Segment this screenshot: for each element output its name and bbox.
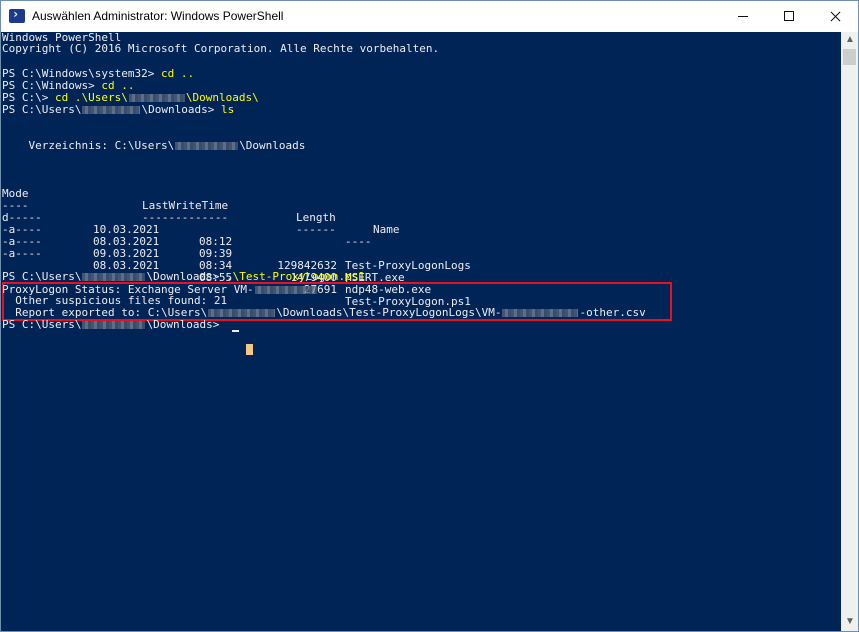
scroll-thumb[interactable]: [843, 49, 856, 65]
powershell-icon[interactable]: ›: [9, 7, 25, 23]
close-button[interactable]: [812, 1, 858, 32]
table-row: d----- 10.03.2021 08:12 Test-ProxyLogonL…: [2, 211, 471, 272]
table-row: -a---- 08.03.2021 08:55 27691 Test-Proxy…: [2, 247, 471, 308]
report-path-line: Report exported to: C:\Users\ \Downloads\…: [2, 306, 646, 319]
redacted-username: [175, 142, 239, 150]
copyright-line: Copyright (C) 2016 Microsoft Corporation…: [2, 42, 440, 55]
console-output[interactable]: Windows PowerShell Copyright (C) 2016 Mi…: [1, 32, 841, 631]
minimize-icon: [738, 16, 748, 17]
powershell-window: › Auswählen Administrator: Windows Power…: [0, 0, 859, 632]
command-line: PS C:\Users\ \Downloads> ls: [2, 103, 235, 116]
vertical-scrollbar[interactable]: ▲ ▼: [841, 32, 858, 631]
maximize-icon: [784, 11, 794, 21]
table-row: -a---- 09.03.2021 08:34 1479400 ndp48-we…: [2, 235, 432, 296]
scroll-down-button[interactable]: ▼: [841, 614, 858, 631]
chevron-down-icon: ▼: [845, 616, 855, 627]
minimize-button[interactable]: [720, 1, 766, 32]
table-row: -a---- 08.03.2021 09:39 129842632 MSERT.…: [2, 223, 405, 284]
chevron-up-icon: ▲: [845, 34, 855, 45]
mouse-ibeam-cursor: [246, 344, 253, 355]
redacted-username: [82, 273, 146, 281]
redacted-username: [82, 321, 146, 329]
table-header-underline: ---- ------------- ------ ----: [2, 199, 372, 248]
maximize-button[interactable]: [766, 1, 812, 32]
text-cursor: [232, 330, 239, 332]
redacted-servername: [254, 286, 317, 294]
directory-label: Verzeichnis: C:\Users\ \Downloads: [2, 139, 306, 152]
redacted-username: [128, 94, 185, 102]
prompt-line[interactable]: PS C:\Users\ \Downloads>: [2, 319, 226, 331]
table-header: Mode LastWriteTime Length Name: [2, 187, 400, 236]
redacted-servername: [502, 309, 579, 317]
window-title: Auswählen Administrator: Windows PowerSh…: [32, 9, 284, 23]
scroll-up-button[interactable]: ▲: [841, 32, 858, 49]
redacted-username: [82, 106, 141, 114]
title-bar[interactable]: › Auswählen Administrator: Windows Power…: [1, 1, 858, 32]
redacted-username: [208, 309, 276, 317]
